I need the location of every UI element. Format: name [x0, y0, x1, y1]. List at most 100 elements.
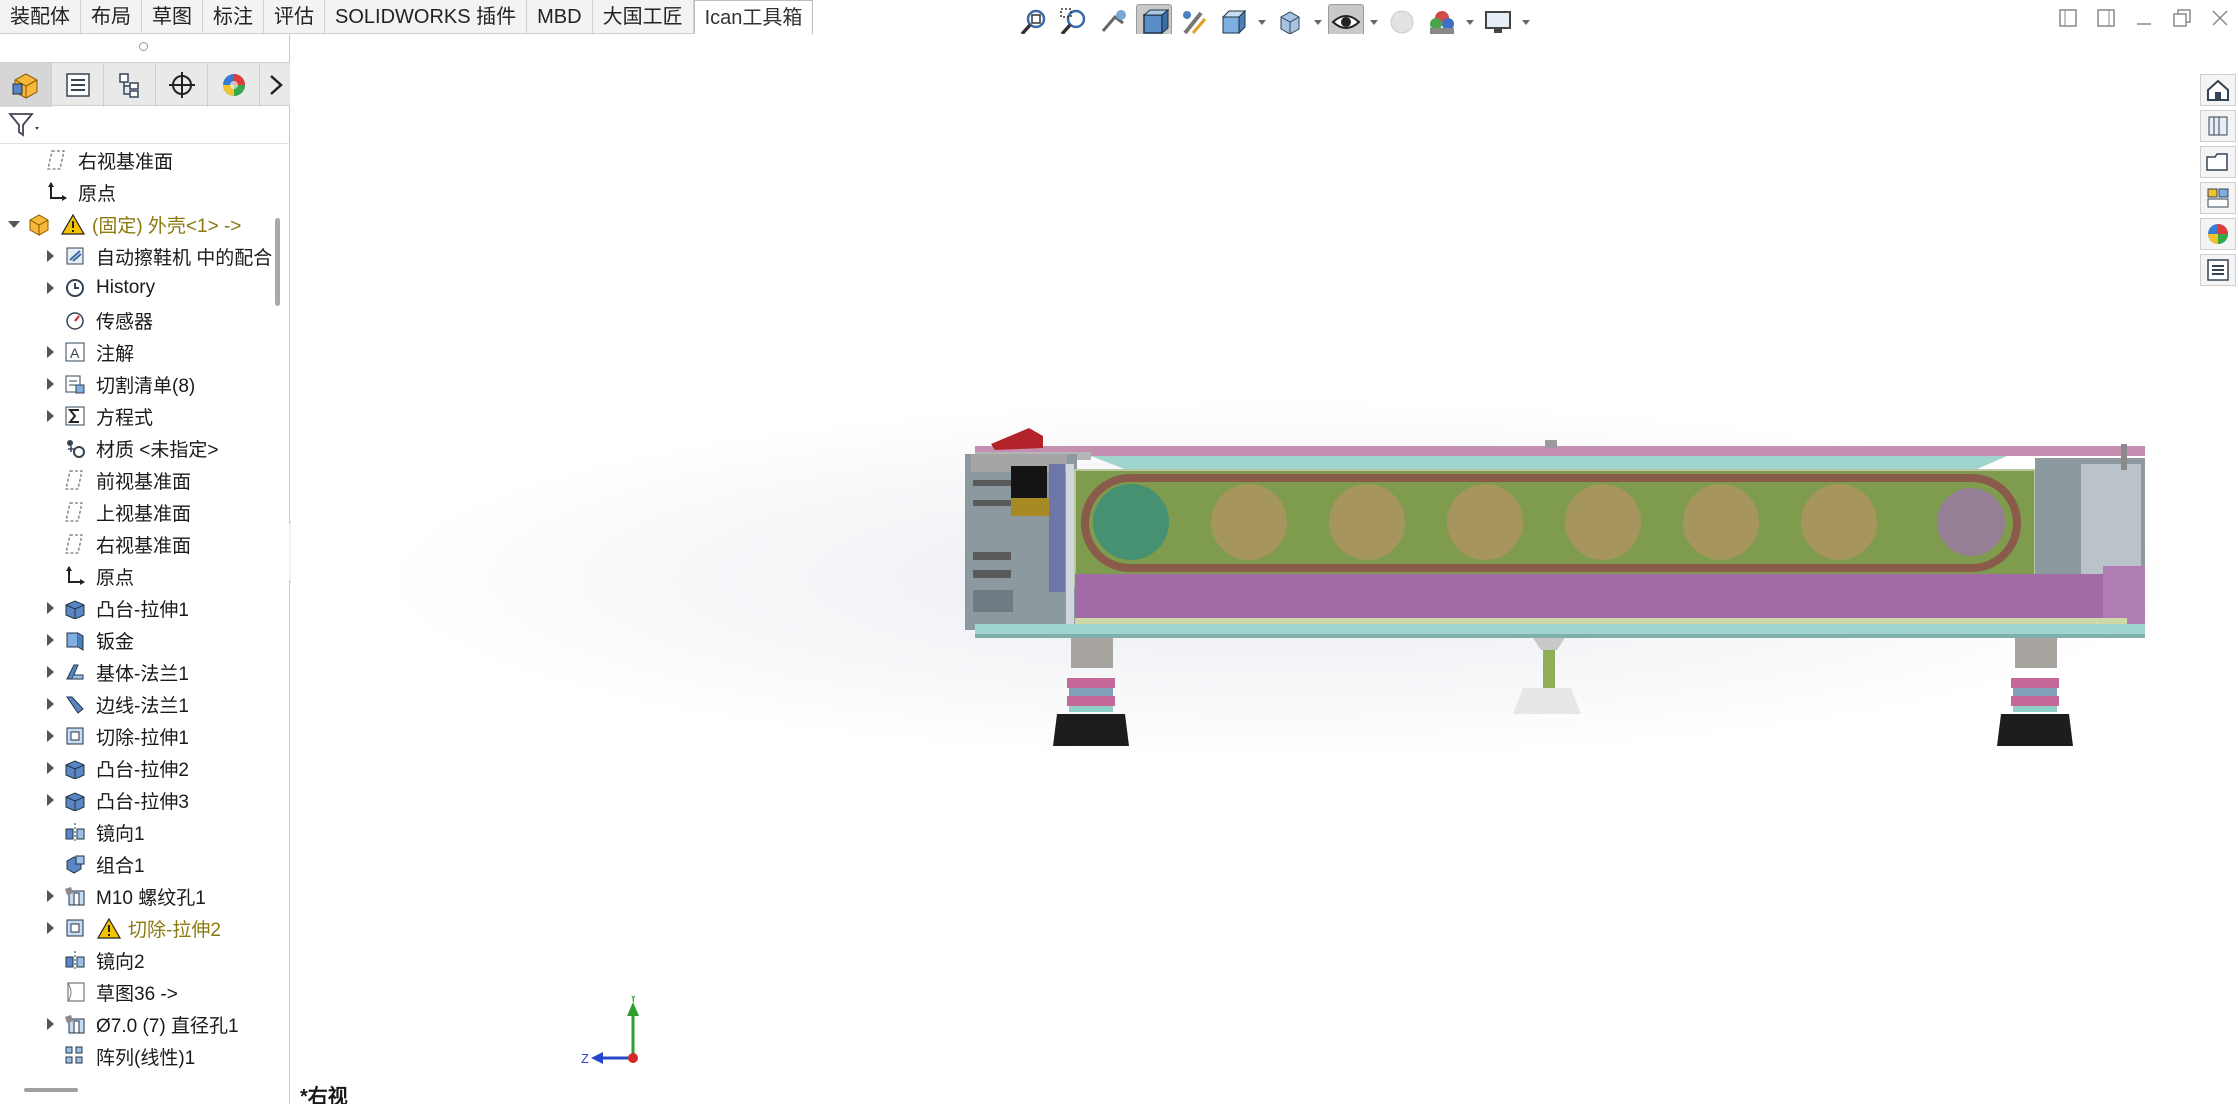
panel-horizontal-scrollbar[interactable]: [24, 1088, 78, 1092]
expand-arrow-icon[interactable]: [42, 368, 58, 400]
expand-arrow-icon[interactable]: [42, 880, 58, 912]
tree-row[interactable]: 组合1: [0, 848, 282, 880]
manager-tabs: [0, 62, 290, 107]
tree-row[interactable]: 方程式: [0, 400, 282, 432]
plane-icon: [44, 147, 70, 173]
expand-arrow-icon[interactable]: [42, 400, 58, 432]
tree-row[interactable]: 切除-拉伸1: [0, 720, 282, 752]
expand-arrow-icon[interactable]: [42, 752, 58, 784]
tree-row[interactable]: Ø7.0 (7) 直径孔1: [0, 1008, 282, 1040]
tab-solidworks-addins[interactable]: SOLIDWORKS 插件: [325, 0, 528, 34]
tree-row[interactable]: M10 螺纹孔1: [0, 880, 282, 912]
tab-layout[interactable]: 布局: [81, 0, 142, 34]
tab-evaluate[interactable]: 评估: [264, 0, 325, 34]
base-rail: [975, 624, 2145, 634]
tree-row-label: 草图36 ->: [96, 983, 178, 1005]
tab-assembly[interactable]: 装配体: [0, 0, 81, 34]
tree-row[interactable]: 右视基准面: [0, 144, 282, 176]
tree-row[interactable]: 切割清单(8): [0, 368, 282, 400]
panel-split-grip[interactable]: [139, 42, 148, 51]
design-library-icon[interactable]: [2200, 110, 2236, 142]
tree-row[interactable]: 自动擦鞋机 中的配合: [0, 240, 282, 272]
plane-icon: [62, 531, 88, 557]
solidworks-resources-icon[interactable]: [2200, 74, 2236, 106]
tree-row-label: 切除-拉伸2: [128, 919, 221, 941]
tree-row-label: 切割清单(8): [96, 375, 196, 397]
tree-row[interactable]: 上视基准面: [0, 496, 282, 528]
tree-row[interactable]: 凸台-拉伸1: [0, 592, 282, 624]
feature-manager-tab-icon[interactable]: [0, 63, 52, 107]
tree-row-label: 阵列(线性)1: [96, 1047, 196, 1069]
tree-row[interactable]: 传感器: [0, 304, 282, 336]
expand-arrow-icon: [42, 944, 58, 976]
mates-icon: [62, 243, 88, 269]
tree-row-label: 镜向2: [96, 951, 145, 973]
custom-properties-icon[interactable]: [2200, 254, 2236, 286]
tree-row[interactable]: 凸台-拉伸3: [0, 784, 282, 816]
tree-row[interactable]: 凸台-拉伸2: [0, 752, 282, 784]
tab-mbd[interactable]: MBD: [527, 0, 593, 34]
warning-icon: [60, 211, 86, 237]
expand-arrow-icon: [42, 816, 58, 848]
expand-arrow-icon[interactable]: [42, 688, 58, 720]
tree-row[interactable]: 右视基准面: [0, 528, 282, 560]
filter-icon[interactable]: [8, 112, 42, 138]
expand-arrow-icon[interactable]: [42, 336, 58, 368]
expand-arrow-icon[interactable]: [42, 272, 58, 304]
tree-row[interactable]: 切除-拉伸2: [0, 912, 282, 944]
tree-row[interactable]: 草图36 ->: [0, 976, 282, 1008]
tree-row[interactable]: 材质 <未指定>: [0, 432, 282, 464]
expand-arrow-icon[interactable]: [42, 720, 58, 752]
tree-row[interactable]: 镜向1: [0, 816, 282, 848]
expand-arrow-icon[interactable]: [42, 784, 58, 816]
tab-markup[interactable]: 标注: [203, 0, 264, 34]
property-manager-tab-icon[interactable]: [52, 63, 104, 107]
expand-arrow-icon[interactable]: [42, 912, 58, 944]
tree-row-label: 上视基准面: [96, 503, 192, 525]
tile-right-icon[interactable]: [2094, 6, 2118, 30]
tile-left-icon[interactable]: [2056, 6, 2080, 30]
tree-row[interactable]: 前视基准面: [0, 464, 282, 496]
file-explorer-icon[interactable]: [2200, 146, 2236, 178]
shoe-polisher-model[interactable]: [951, 414, 2163, 764]
view-palette-icon[interactable]: [2200, 182, 2236, 214]
expand-arrow-icon[interactable]: [42, 1008, 58, 1040]
collapse-arrow-icon[interactable]: [6, 208, 22, 240]
tree-row[interactable]: 基体-法兰1: [0, 656, 282, 688]
tree-row[interactable]: 边线-法兰1: [0, 688, 282, 720]
appearances-icon[interactable]: [2200, 218, 2236, 250]
tree-row[interactable]: 原点: [0, 560, 282, 592]
tree-row[interactable]: (固定) 外壳<1> ->: [0, 208, 282, 240]
tree-row[interactable]: A 注解: [0, 336, 282, 368]
tree-row[interactable]: 镜向2: [0, 944, 282, 976]
tree-row-label: 镜向1: [96, 823, 145, 845]
configuration-manager-tab-icon[interactable]: [104, 63, 156, 107]
tab-daguo-gongjiang[interactable]: 大国工匠: [593, 0, 694, 34]
more-tabs-chevron-icon[interactable]: [262, 63, 290, 107]
expand-arrow-icon[interactable]: [42, 240, 58, 272]
dimxpert-manager-tab-icon[interactable]: [156, 63, 208, 107]
reference-triad: Y Z: [581, 996, 639, 1066]
tree-row[interactable]: 钣金: [0, 624, 282, 656]
graphics-area[interactable]: Y Z: [291, 34, 2191, 1104]
expand-arrow-icon[interactable]: [42, 624, 58, 656]
tab-ican-toolbox[interactable]: Ican工具箱: [693, 0, 814, 34]
tree-scrollbar[interactable]: [275, 218, 280, 306]
tree-row[interactable]: 原点: [0, 176, 282, 208]
close-icon[interactable]: [2208, 6, 2232, 30]
tree-row[interactable]: 阵列(线性)1: [0, 1040, 282, 1072]
tab-sketch[interactable]: 草图: [142, 0, 203, 34]
expand-arrow-icon[interactable]: [42, 592, 58, 624]
drive-roller: [1093, 484, 1169, 560]
origin-icon: [62, 563, 88, 589]
cut-extrude-icon: [62, 723, 88, 749]
expand-arrow-icon[interactable]: [42, 656, 58, 688]
tree-row-label: 右视基准面: [96, 535, 192, 557]
tree-row-label: 凸台-拉伸3: [96, 791, 189, 813]
tree-row-label: 传感器: [96, 311, 154, 333]
tree-row[interactable]: History: [0, 272, 282, 304]
minimize-icon[interactable]: [2132, 6, 2156, 30]
tree-filter[interactable]: [0, 106, 290, 144]
restore-icon[interactable]: [2170, 6, 2194, 30]
display-manager-tab-icon[interactable]: [208, 63, 260, 107]
